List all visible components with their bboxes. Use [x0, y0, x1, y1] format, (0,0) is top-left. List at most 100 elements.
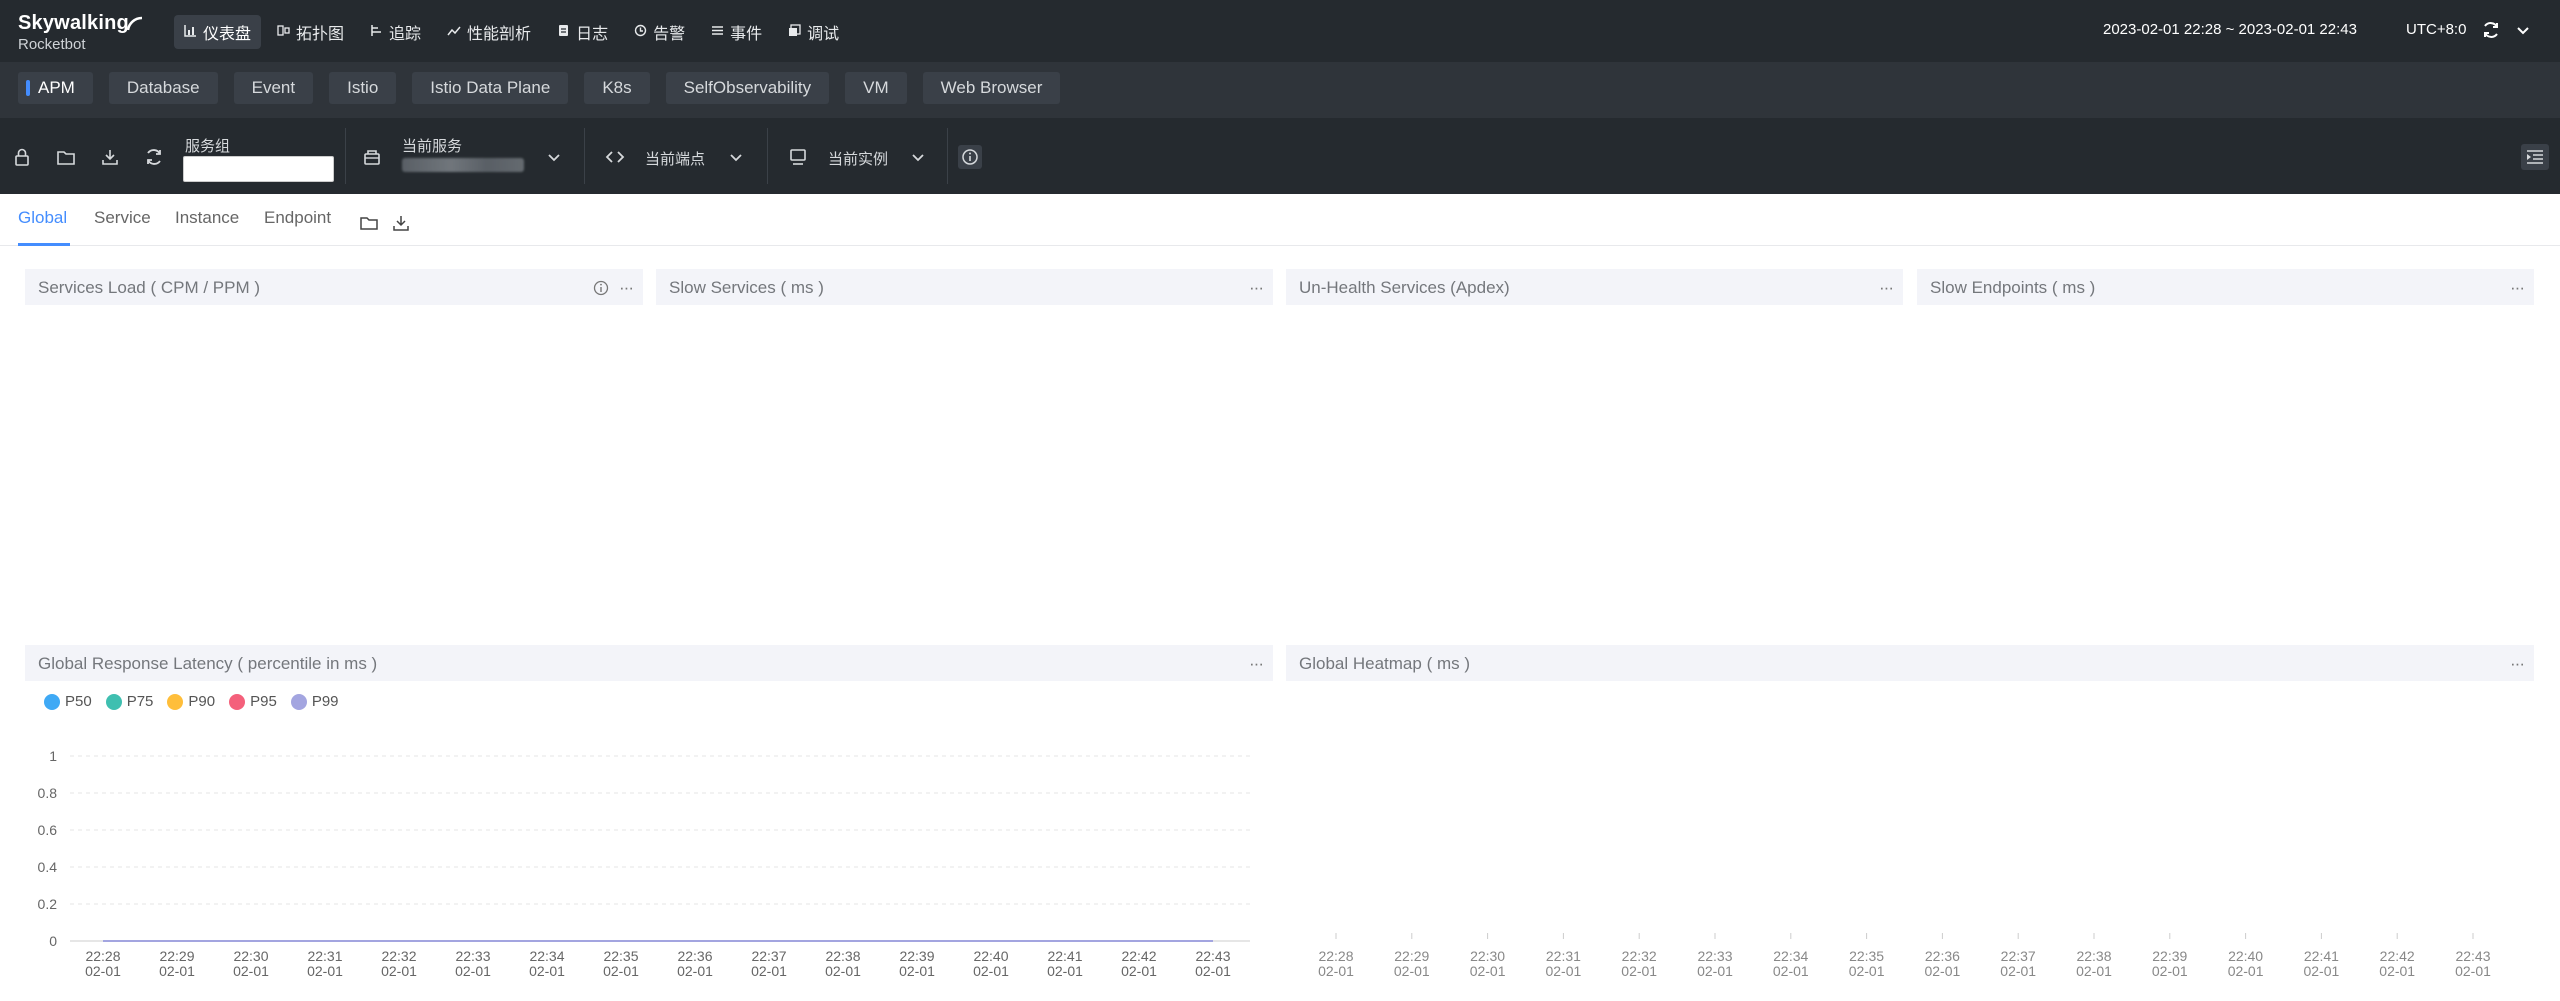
folder-icon[interactable] [55, 146, 77, 168]
nav-item-alarm[interactable]: 告警 [624, 15, 695, 49]
legend-item-p50[interactable]: P50 [44, 693, 92, 710]
more-menu-icon[interactable]: ··· [1249, 278, 1264, 298]
nav-label: 仪表盘 [203, 26, 252, 43]
more-menu-icon[interactable]: ··· [1879, 278, 1894, 298]
service-group-input[interactable] [183, 156, 334, 182]
nav-item-event[interactable]: 事件 [701, 15, 772, 49]
legend-item-p99[interactable]: P99 [290, 693, 339, 710]
topology-icon [277, 24, 290, 40]
refresh-icon[interactable] [143, 146, 165, 168]
x-tick-label: 22:41 [2304, 948, 2339, 964]
y-tick-label: 0.8 [38, 785, 58, 801]
selector-toolbar: 服务组 当前服务 当前端点 当前实例 [0, 118, 2560, 194]
active-tab-indicator [18, 243, 70, 246]
nav-item-profiling[interactable]: 性能剖析 [437, 15, 541, 49]
layer-tab-database[interactable]: Database [108, 72, 218, 104]
legend-item-p95[interactable]: P95 [229, 693, 277, 710]
widget-header: Un-Health Services (Apdex) ··· [1286, 269, 1903, 305]
lock-icon[interactable] [11, 146, 33, 168]
layer-tab-istio-data-plane[interactable]: Istio Data Plane [412, 72, 569, 104]
widget-title: Global Heatmap ( ms ) [1299, 654, 1470, 673]
tab-endpoint[interactable]: Endpoint [264, 208, 331, 228]
x-tick-label: 22:30 [1470, 948, 1505, 964]
x-tick-label: 22:33 [455, 948, 490, 964]
nav-item-debug[interactable]: 调试 [778, 15, 849, 49]
download-icon[interactable] [99, 146, 121, 168]
tab-service[interactable]: Service [94, 208, 151, 228]
info-icon[interactable] [593, 280, 609, 296]
more-menu-icon[interactable]: ··· [1249, 654, 1264, 674]
nav-item-trace[interactable]: 追踪 [360, 15, 431, 49]
more-menu-icon[interactable]: ··· [2510, 278, 2525, 298]
widget-header: Slow Services ( ms ) ··· [656, 269, 1273, 305]
x-tick-date: 02-01 [455, 963, 491, 979]
tab-instance[interactable]: Instance [175, 208, 239, 228]
x-tick-label: 22:31 [1546, 948, 1581, 964]
skywalking-logo[interactable]: Skywalking Rocketbot [18, 12, 143, 56]
dashboard-icon [184, 24, 197, 40]
x-tick-label: 22:40 [2228, 948, 2263, 964]
service-group-label: 服务组 [185, 138, 231, 155]
current-instance-label[interactable]: 当前实例 [828, 148, 888, 169]
legend-marker [229, 693, 246, 710]
x-tick-date: 02-01 [2000, 963, 2036, 979]
download-icon[interactable] [391, 213, 411, 233]
layer-tab-istio[interactable]: Istio [329, 72, 397, 104]
profile-icon [447, 24, 461, 40]
time-range-picker[interactable]: 2023-02-01 22:28 ~ 2023-02-01 22:43 [2103, 21, 2357, 38]
more-menu-icon[interactable]: ··· [2510, 654, 2525, 674]
x-tick-date: 02-01 [2303, 963, 2339, 979]
x-tick-date: 02-01 [1924, 963, 1960, 979]
layer-tab-event[interactable]: Event [233, 72, 314, 104]
layer-tab-apm[interactable]: APM [18, 72, 93, 104]
x-tick-date: 02-01 [381, 963, 417, 979]
y-tick-label: 0.2 [38, 896, 58, 912]
more-menu-icon[interactable]: ··· [619, 278, 634, 298]
x-tick-label: 22:28 [1318, 948, 1353, 964]
nav-label: 告警 [653, 26, 686, 43]
layer-tab-web-browser[interactable]: Web Browser [922, 72, 1061, 104]
toggle-menu-button[interactable] [2521, 144, 2549, 170]
x-tick-date: 02-01 [1697, 963, 1733, 979]
nav-item-log[interactable]: 日志 [547, 15, 618, 49]
folder-icon[interactable] [359, 213, 379, 233]
x-tick-label: 22:33 [1697, 948, 1732, 964]
legend-item-p90[interactable]: P90 [167, 693, 215, 710]
layer-tab-k8s[interactable]: K8s [584, 72, 650, 104]
main-nav: 仪表盘 拓扑图 追踪 性能剖析 日志 告警 事件 调试 [174, 14, 855, 50]
x-tick-label: 22:43 [2455, 948, 2490, 964]
x-tick-label: 22:31 [307, 948, 342, 964]
nav-item-topology[interactable]: 拓扑图 [267, 15, 354, 49]
widget-unhealth-services: Un-Health Services (Apdex) ··· [1286, 269, 1903, 629]
x-tick-date: 02-01 [307, 963, 343, 979]
heatmap-chart: 22:28 02-01 22:29 02-01 22:30 02-01 22:31 02-01… [1318, 933, 2491, 979]
widget-header: Services Load ( CPM / PPM ) ··· [25, 269, 643, 305]
widget-title: Services Load ( CPM / PPM ) [38, 278, 261, 297]
timezone-label[interactable]: UTC+8:0 [2406, 21, 2466, 38]
y-tick-label: 0.4 [38, 859, 58, 875]
legend-item-p75[interactable]: P75 [105, 693, 153, 710]
layer-tab-vm[interactable]: VM [845, 72, 907, 104]
current-endpoint-label[interactable]: 当前端点 [645, 148, 705, 169]
chevron-down-icon[interactable] [727, 148, 745, 166]
chevron-down-icon[interactable] [2515, 22, 2531, 38]
x-tick-label: 22:28 [85, 948, 120, 964]
x-tick-date: 02-01 [2152, 963, 2188, 979]
nav-item-dashboard[interactable]: 仪表盘 [174, 15, 262, 49]
chevron-down-icon[interactable] [545, 148, 563, 166]
refresh-icon[interactable] [2481, 20, 2501, 40]
x-tick-label: 22:29 [1394, 948, 1429, 964]
current-service-value-redacted[interactable] [402, 158, 524, 172]
logo-arc-icon [126, 16, 143, 31]
layer-tab-selfobservability[interactable]: SelfObservability [665, 72, 830, 104]
x-tick-date: 02-01 [1195, 963, 1231, 979]
chevron-down-icon[interactable] [909, 148, 927, 166]
x-tick-date: 02-01 [899, 963, 935, 979]
dashboard-tabs: Global Service Instance Endpoint [0, 194, 2560, 246]
tab-global[interactable]: Global [18, 208, 67, 228]
current-service-label: 当前服务 [402, 138, 463, 155]
info-button[interactable] [958, 145, 982, 169]
x-tick-date: 02-01 [751, 963, 787, 979]
widget-slow-services: Slow Services ( ms ) ··· [656, 269, 1273, 629]
legend-label: P50 [65, 693, 92, 710]
